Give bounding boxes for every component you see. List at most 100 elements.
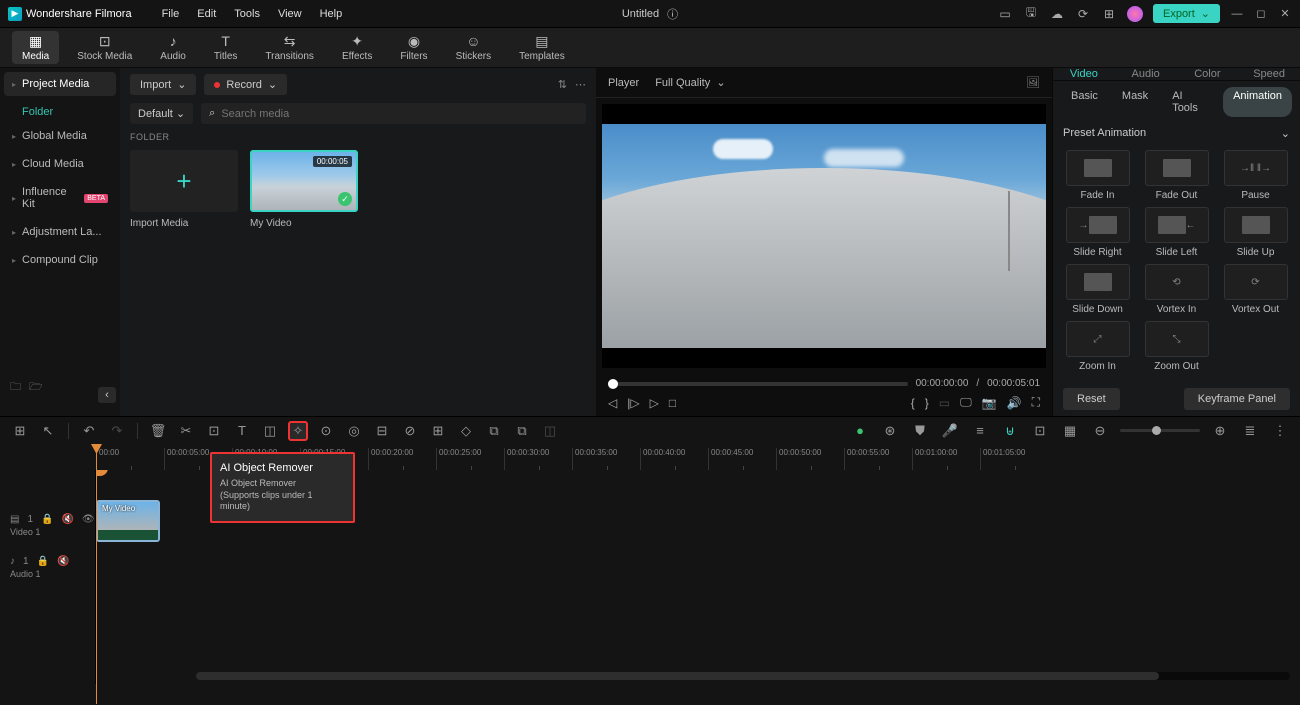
anim-vortex-out[interactable]: ⟳Vortex Out [1219,264,1292,315]
cloud-icon[interactable]: ☁ [1049,6,1065,22]
sidebar-global-media[interactable]: ▸Global Media [4,124,116,148]
keyframe-panel-button[interactable]: Keyframe Panel [1184,388,1290,410]
timeline-scrollbar[interactable] [196,672,1290,680]
crop-button[interactable]: ⊡ [204,421,224,441]
ribbon-templates[interactable]: ▤Templates [509,33,575,62]
anim-fade-in[interactable]: Fade In [1061,150,1134,201]
snapshot-icon[interactable]: 🖼 [1026,76,1040,89]
sidebar-influence-kit[interactable]: ▸Influence KitBETA [4,180,116,216]
record-button[interactable]: Record⌄ [204,74,287,95]
anim-vortex-in[interactable]: ⟲Vortex In [1140,264,1213,315]
magnet-icon[interactable]: ⊎ [1000,421,1020,441]
step-back-button[interactable]: |▷ [627,396,639,410]
lock-icon[interactable]: 🔒 [37,556,49,567]
green-dot-icon[interactable]: ● [850,421,870,441]
subtab-mask[interactable]: Mask [1112,87,1158,117]
zoom-out-button[interactable]: ⊖ [1090,421,1110,441]
mixer-icon[interactable]: ≡ [970,421,990,441]
sync-icon[interactable]: ⟳ [1075,6,1091,22]
link-button[interactable]: ⧉ [512,421,532,441]
minimize-button[interactable]: — [1230,8,1244,20]
scrub-handle[interactable] [608,379,618,389]
import-button[interactable]: Import⌄ [130,74,196,95]
apps-icon[interactable]: ⊞ [1101,6,1117,22]
ribbon-audio[interactable]: ♪Audio [150,33,196,62]
sidebar-cloud-media[interactable]: ▸Cloud Media [4,152,116,176]
color-button[interactable]: ◎ [344,421,364,441]
ribbon-transitions[interactable]: ⇆Transitions [255,33,324,62]
crop2-button[interactable]: ◫ [260,421,280,441]
zoom-slider[interactable] [1120,429,1200,432]
playhead[interactable] [96,444,97,704]
menu-tools[interactable]: Tools [234,8,260,20]
eye-icon[interactable]: 👁 [82,514,95,525]
undo-button[interactable]: ↶ [79,421,99,441]
text-button[interactable]: T [232,421,252,441]
cut-button[interactable]: ✂ [176,421,196,441]
export-button[interactable]: Export ⌄ [1153,4,1220,23]
sidebar-adjustment[interactable]: ▸Adjustment La... [4,220,116,244]
prev-frame-button[interactable]: ◁ [608,396,617,410]
camera-icon[interactable]: 📷 [982,396,997,410]
ribbon-stock[interactable]: ⊡Stock Media [67,33,142,62]
filter-icon[interactable]: ⇅ [558,78,567,91]
device-icon[interactable]: ▭ [997,6,1013,22]
anim-zoom-in[interactable]: ⤢Zoom In [1061,321,1134,372]
anim-fade-out[interactable]: Fade Out [1140,150,1213,201]
marker-icon[interactable]: ⊡ [1030,421,1050,441]
lock-icon[interactable]: 🔒 [41,514,53,525]
shield-icon[interactable]: ⛊ [910,421,930,441]
sidebar-compound[interactable]: ▸Compound Clip [4,248,116,272]
keyframe-button[interactable]: ◇ [456,421,476,441]
duration-button[interactable]: ⊘ [400,421,420,441]
mark-in-button[interactable]: { [911,396,915,410]
anim-pause[interactable]: →‖ ‖→Pause [1219,150,1292,201]
group-button[interactable]: ⧉ [484,421,504,441]
audio-detach-button[interactable]: ⊟ [372,421,392,441]
insp-tab-speed[interactable]: Speed [1238,68,1300,80]
video-view[interactable] [602,104,1046,368]
fullscreen-icon[interactable]: ⛶ [1032,395,1040,410]
close-button[interactable]: ✕ [1278,7,1292,20]
ribbon-filters[interactable]: ◉Filters [390,33,437,62]
zoom-handle[interactable] [1152,426,1161,435]
speed-button[interactable]: ⊙ [316,421,336,441]
info-icon[interactable]: ⓘ [667,6,678,22]
anim-slide-up[interactable]: Slide Up [1219,207,1292,258]
mute-icon[interactable]: 🔇 [57,556,69,567]
more-icon[interactable]: ⋯ [575,78,586,91]
ribbon-stickers[interactable]: ☺Stickers [446,33,502,62]
search-box[interactable]: ⌕ [201,103,586,124]
anim-zoom-out[interactable]: ⤡Zoom Out [1140,321,1213,372]
avatar[interactable] [1127,6,1143,22]
display-icon[interactable]: 🖵 [960,395,972,410]
subtab-aitools[interactable]: AI Tools [1162,87,1219,117]
ribbon-effects[interactable]: ✦Effects [332,33,382,62]
menu-edit[interactable]: Edit [197,8,216,20]
anim-slide-right[interactable]: →Slide Right [1061,207,1134,258]
search-input[interactable] [221,108,578,120]
player-tab[interactable]: Player [608,77,639,89]
new-folder-icon[interactable]: 🗀 [10,378,21,397]
sidebar-folder[interactable]: Folder [4,100,116,124]
zoom-in-button[interactable]: ⊕ [1210,421,1230,441]
mute-icon[interactable]: 🔇 [61,514,73,525]
anim-slide-down[interactable]: Slide Down [1061,264,1134,315]
insp-tab-audio[interactable]: Audio [1115,68,1177,80]
save-icon[interactable]: 🖫 [1023,6,1039,22]
quality-dropdown[interactable]: Full Quality ⌄ [655,76,725,89]
expand-button[interactable]: ⊞ [428,421,448,441]
redo-button[interactable]: ↷ [107,421,127,441]
ribbon-media[interactable]: ▦Media [12,31,59,64]
tl-select-icon[interactable]: ↖ [38,421,58,441]
settings-icon[interactable]: ⋮ [1270,421,1290,441]
menu-file[interactable]: File [162,8,180,20]
stop-button[interactable]: □ [669,396,676,410]
compare-icon[interactable]: ▭ [939,396,950,410]
insp-tab-video[interactable]: Video [1053,68,1115,80]
sidebar-project-media[interactable]: ▸Project Media [4,72,116,96]
timeline-ruler[interactable]: 00:00 00:00:05:00 00:00:10:00 00:00:15:0… [0,448,1052,470]
subtab-animation[interactable]: Animation [1223,87,1292,117]
anim-slide-left[interactable]: ←Slide Left [1140,207,1213,258]
play-button[interactable]: ▷ [650,396,659,410]
